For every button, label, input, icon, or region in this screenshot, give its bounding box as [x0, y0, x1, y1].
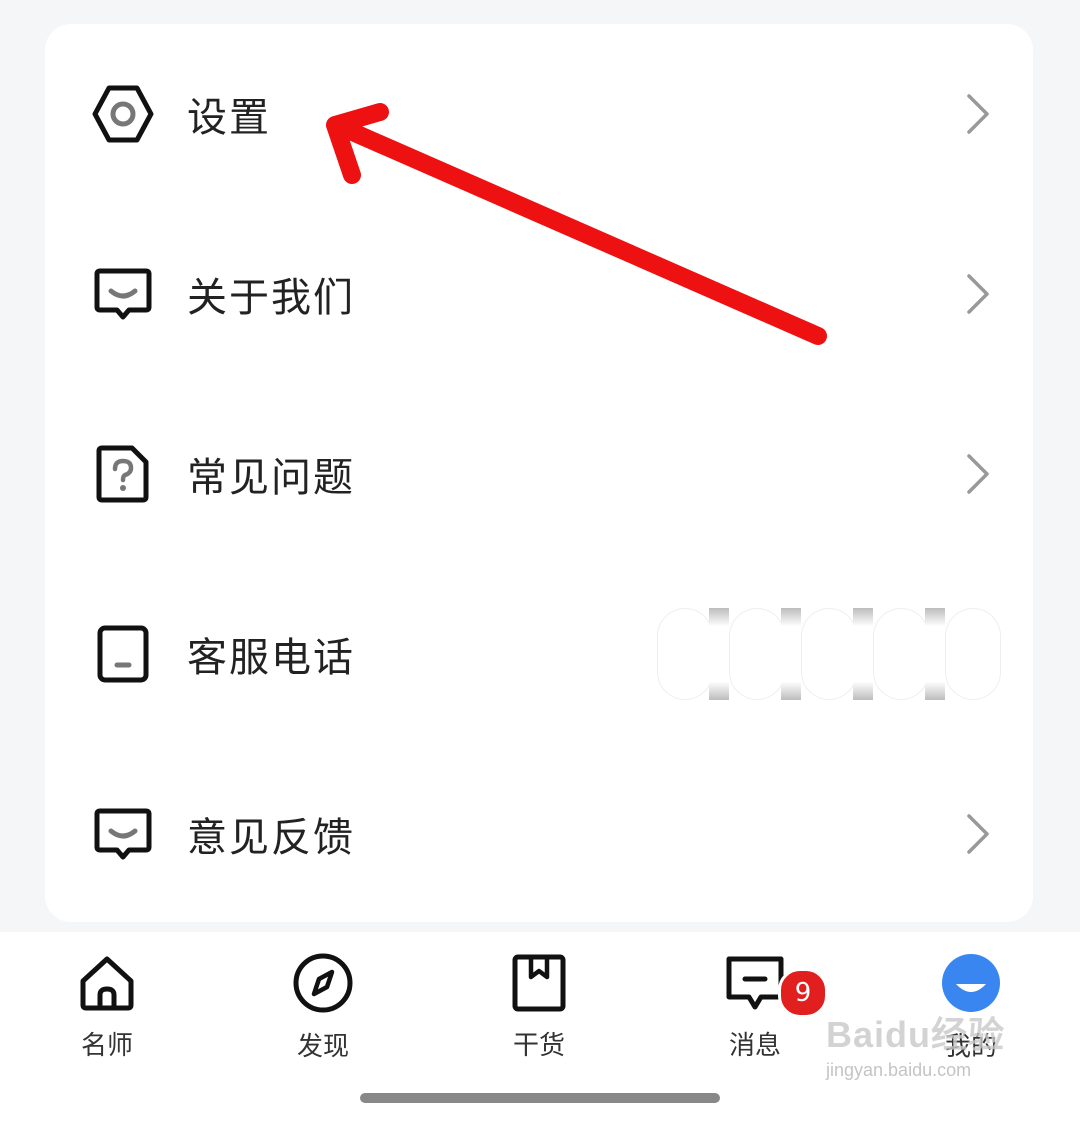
menu-item-label: 常见问题	[187, 455, 355, 501]
home-indicator	[360, 1093, 720, 1103]
redacted-phone-number	[657, 604, 1057, 704]
home-icon	[75, 952, 139, 1013]
tab-label: 发现	[296, 1032, 349, 1062]
question-document-icon	[92, 443, 154, 505]
menu-item-label: 设置	[187, 95, 271, 141]
chevron-right-icon	[963, 449, 993, 499]
menu-item-about-us[interactable]: 关于我们	[45, 204, 1033, 384]
profile-icon	[939, 952, 1003, 1014]
menu-item-label: 意见反馈	[187, 815, 355, 861]
phone-device-icon	[92, 623, 154, 685]
menu-item-feedback[interactable]: 意见反馈	[45, 744, 1033, 924]
chat-bubble-smile-icon	[92, 263, 154, 325]
watermark-url: jingyan.baidu.com	[826, 1060, 972, 1080]
watermark-brand: Baidu经验	[826, 1014, 1006, 1055]
menu-item-label: 客服电话	[187, 635, 355, 681]
chevron-right-icon	[963, 89, 993, 139]
bookmark-book-icon	[507, 952, 571, 1013]
baidu-watermark: Baidu经验 jingyan.baidu.com	[826, 1006, 1026, 1106]
settings-menu-card: 设置 关于我们 常见问题 客服电话 意见反馈	[45, 24, 1033, 922]
tab-discover[interactable]: 发现	[248, 952, 398, 1062]
message-icon	[723, 952, 787, 1013]
gear-hexagon-icon	[92, 83, 154, 145]
tab-label: 消息	[728, 1031, 781, 1061]
menu-item-customer-phone[interactable]: 客服电话	[45, 564, 1033, 744]
tab-teachers[interactable]: 名师	[32, 952, 182, 1062]
tab-messages[interactable]: 9 消息	[680, 952, 830, 1062]
compass-icon	[291, 952, 355, 1014]
tab-resources[interactable]: 干货	[464, 952, 614, 1062]
chat-bubble-smile-icon	[92, 803, 154, 865]
chevron-right-icon	[963, 809, 993, 859]
menu-item-settings[interactable]: 设置	[45, 24, 1033, 204]
menu-item-faq[interactable]: 常见问题	[45, 384, 1033, 564]
tab-label: 名师	[80, 1031, 133, 1061]
tab-label: 干货	[512, 1031, 565, 1061]
unread-badge: 9	[778, 968, 828, 1018]
menu-item-label: 关于我们	[187, 275, 355, 321]
chevron-right-icon	[963, 269, 993, 319]
